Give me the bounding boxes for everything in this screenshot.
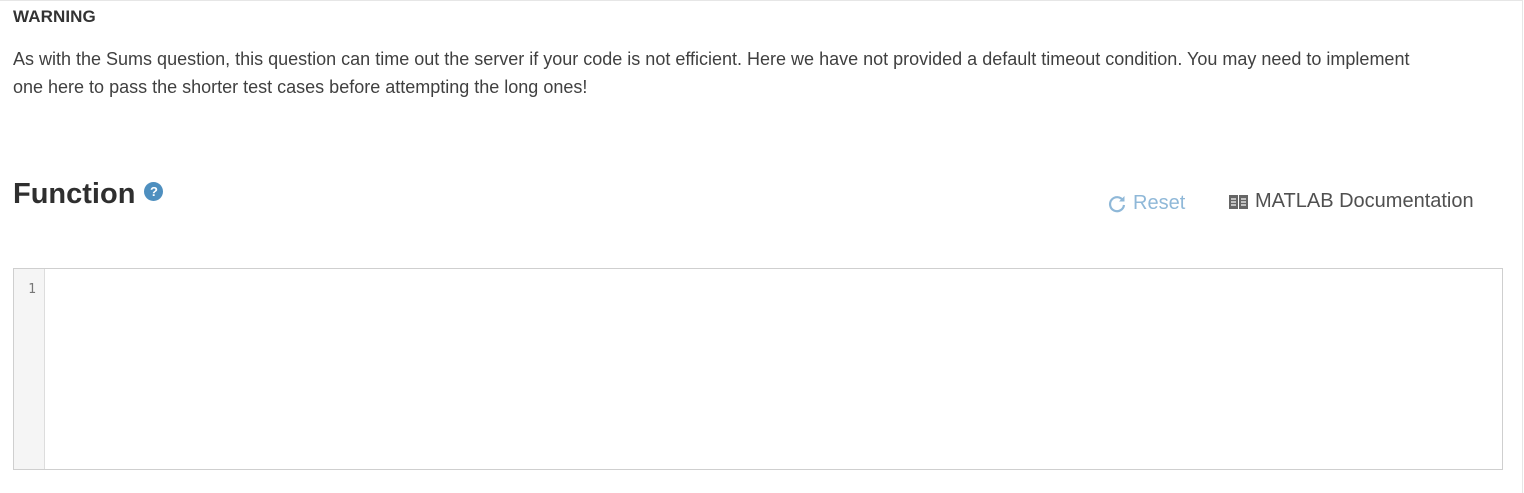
function-heading: Function ? <box>13 178 164 211</box>
question-circle-icon[interactable]: ? <box>144 182 164 201</box>
reset-label: Reset <box>1133 192 1186 214</box>
function-title: Function <box>13 178 136 210</box>
code-editor[interactable]: 1 <box>13 268 1503 470</box>
warning-text: As with the Sums question, this question… <box>13 49 1410 97</box>
line-number: 1 <box>28 282 36 297</box>
matlab-documentation-label: MATLAB Documentation <box>1255 190 1474 212</box>
code-input-area[interactable] <box>45 269 1502 469</box>
book-icon <box>1229 194 1248 209</box>
editor-gutter: 1 <box>14 269 45 469</box>
reset-button[interactable]: Reset <box>1107 192 1185 215</box>
matlab-documentation-link[interactable]: MATLAB Documentation <box>1228 190 1474 213</box>
warning-title: WARNING <box>13 7 96 26</box>
refresh-icon <box>1108 195 1126 212</box>
